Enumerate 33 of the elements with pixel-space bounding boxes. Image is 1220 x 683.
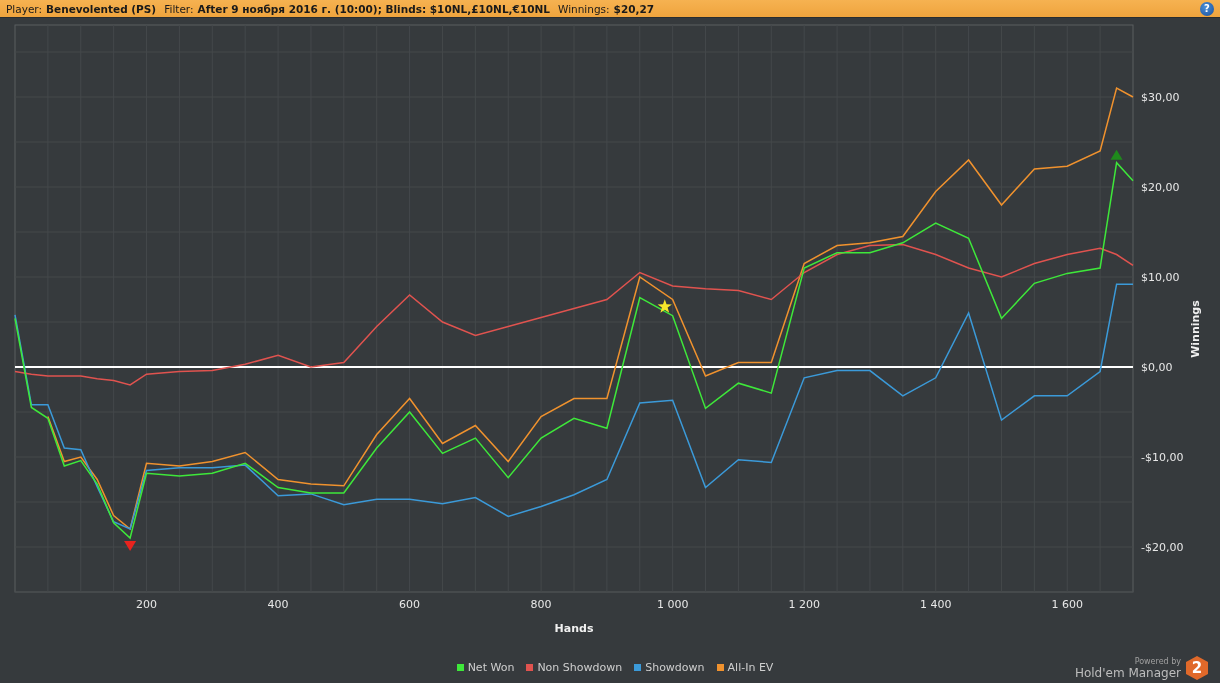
axis-tick-label: $20,00 — [1141, 181, 1180, 194]
axis-tick-label: 800 — [530, 598, 552, 611]
axis-tick-label: -$20,00 — [1141, 541, 1184, 554]
star-icon — [657, 299, 672, 313]
legend-label[interactable]: Non Showdown — [537, 661, 623, 674]
x-axis-title: Hands — [554, 622, 594, 635]
axis-tick-label: $30,00 — [1141, 91, 1180, 104]
axis-tick-label: 600 — [399, 598, 421, 611]
field-value: Benevolented (PS) — [46, 2, 157, 15]
field-label: Filter: — [164, 2, 194, 15]
field-label: Winnings: — [558, 2, 610, 15]
axis-tick-label: 1 600 — [1051, 598, 1083, 611]
axis-tick-label: $10,00 — [1141, 271, 1180, 284]
product-name: Hold'em Manager — [1074, 665, 1181, 680]
field-value: After 9 ноября 2016 г. (10:00); Blinds: $10NL,£10NL,€10NL — [197, 2, 550, 15]
down-triangle-icon — [124, 541, 137, 551]
powered-by-text: Powered by — [1134, 656, 1181, 666]
up-triangle-icon — [1110, 149, 1123, 160]
axis-tick-label: 1 200 — [788, 598, 820, 611]
field-label: Player: — [6, 2, 43, 15]
axis-tick-label: 1 400 — [919, 598, 952, 611]
axis-tick-label: -$10,00 — [1141, 451, 1184, 464]
legend-label[interactable]: Net Won — [467, 661, 515, 674]
axis-tick-label: 400 — [267, 598, 289, 611]
field-value: $20,27 — [613, 2, 655, 15]
legend-label[interactable]: Showdown — [645, 661, 705, 674]
axis-tick-label: 1 000 — [656, 598, 689, 611]
logo-badge: 2 — [1186, 656, 1208, 680]
y-axis-title: Winnings — [1189, 300, 1202, 358]
help-button[interactable]: ? — [1200, 1, 1214, 16]
axis-tick-label: $0,00 — [1141, 361, 1173, 374]
axis-tick-label: 200 — [136, 598, 158, 611]
legend-label[interactable]: All-In EV — [727, 661, 774, 674]
